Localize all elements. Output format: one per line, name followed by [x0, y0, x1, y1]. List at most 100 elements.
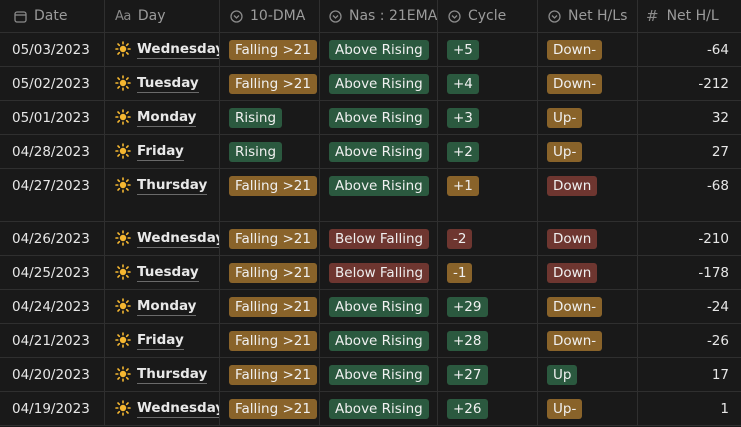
- net-hls-cell[interactable]: Up-: [538, 392, 638, 425]
- nas-cell[interactable]: Above Rising: [320, 67, 438, 100]
- net-hls-cell[interactable]: Up-: [538, 101, 638, 134]
- day-cell[interactable]: Thursday: [105, 169, 220, 221]
- net-hl-cell[interactable]: 1: [638, 392, 741, 425]
- table-row[interactable]: 04/19/2023 Wednesday Falling >21 Above Risi…: [0, 392, 741, 426]
- cycle-cell[interactable]: +2: [438, 135, 538, 168]
- dma-cell[interactable]: Falling >21: [220, 392, 320, 425]
- date-cell[interactable]: 04/28/2023: [0, 135, 105, 168]
- net-hls-cell[interactable]: Down: [538, 169, 638, 221]
- date-cell[interactable]: 04/20/2023: [0, 358, 105, 391]
- date-cell[interactable]: 04/19/2023: [0, 392, 105, 425]
- day-cell[interactable]: Monday: [105, 101, 220, 134]
- dma-cell[interactable]: Falling >21: [220, 169, 320, 221]
- day-title-link[interactable]: Tuesday: [137, 74, 199, 93]
- nas-cell[interactable]: Above Rising: [320, 358, 438, 391]
- net-hl-cell[interactable]: -24: [638, 290, 741, 323]
- date-cell[interactable]: 05/03/2023: [0, 33, 105, 66]
- day-cell[interactable]: Friday: [105, 324, 220, 357]
- nas-cell[interactable]: Above Rising: [320, 101, 438, 134]
- date-cell[interactable]: 04/21/2023: [0, 324, 105, 357]
- date-cell[interactable]: 04/26/2023: [0, 222, 105, 255]
- net-hls-cell[interactable]: Up-: [538, 135, 638, 168]
- dma-cell[interactable]: Falling >21: [220, 222, 320, 255]
- date-cell[interactable]: 05/02/2023: [0, 67, 105, 100]
- dma-cell[interactable]: Falling >21: [220, 290, 320, 323]
- net-hl-cell[interactable]: 32: [638, 101, 741, 134]
- date-cell[interactable]: 04/25/2023: [0, 256, 105, 289]
- dma-cell[interactable]: Falling >21: [220, 256, 320, 289]
- day-title-link[interactable]: Thursday: [137, 176, 208, 195]
- net-hl-cell[interactable]: -68: [638, 169, 741, 221]
- day-cell[interactable]: Wednesday: [105, 33, 220, 66]
- table-row[interactable]: 04/25/2023 Tuesday Falling >21 Below Fallin…: [0, 256, 741, 290]
- day-title-link[interactable]: Wednesday: [137, 229, 219, 248]
- dma-cell[interactable]: Falling >21: [220, 33, 320, 66]
- day-title-link[interactable]: Tuesday: [137, 263, 199, 282]
- table-row[interactable]: 04/26/2023 Wednesday Falling >21 Below Fall…: [0, 222, 741, 256]
- column-header-day[interactable]: Aa Day: [105, 0, 220, 32]
- dma-cell[interactable]: Rising: [220, 101, 320, 134]
- net-hl-cell[interactable]: -210: [638, 222, 741, 255]
- cycle-cell[interactable]: +4: [438, 67, 538, 100]
- table-row[interactable]: 05/01/2023 Monday Rising Above Rising +3 Up- 3…: [0, 101, 741, 135]
- cycle-cell[interactable]: +1: [438, 169, 538, 221]
- date-cell[interactable]: 05/01/2023: [0, 101, 105, 134]
- net-hls-cell[interactable]: Down-: [538, 324, 638, 357]
- table-row[interactable]: 04/28/2023 Friday Rising Above Rising +2 Up- 2…: [0, 135, 741, 169]
- table-row[interactable]: 04/24/2023 Monday Falling >21 Above Rising +…: [0, 290, 741, 324]
- table-row[interactable]: 05/02/2023 Tuesday Falling >21 Above Rising…: [0, 67, 741, 101]
- nas-cell[interactable]: Above Rising: [320, 392, 438, 425]
- net-hl-cell[interactable]: -26: [638, 324, 741, 357]
- date-cell[interactable]: 04/24/2023: [0, 290, 105, 323]
- column-header-cycle[interactable]: Cycle: [438, 0, 538, 32]
- nas-cell[interactable]: Above Rising: [320, 33, 438, 66]
- cycle-cell[interactable]: +28: [438, 324, 538, 357]
- net-hl-cell[interactable]: -64: [638, 33, 741, 66]
- column-header-nas-21ema[interactable]: Nas : 21EMA: [320, 0, 438, 32]
- day-cell[interactable]: Tuesday: [105, 256, 220, 289]
- nas-cell[interactable]: Above Rising: [320, 135, 438, 168]
- table-row[interactable]: 04/27/2023 Thursday Falling >21 Above Risin…: [0, 169, 741, 222]
- day-cell[interactable]: Wednesday: [105, 392, 220, 425]
- dma-cell[interactable]: Falling >21: [220, 67, 320, 100]
- column-header-net-hls[interactable]: Net H/Ls: [538, 0, 638, 32]
- column-header-net-hl[interactable]: # Net H/L: [638, 0, 741, 32]
- day-cell[interactable]: Monday: [105, 290, 220, 323]
- day-title-link[interactable]: Wednesday: [137, 399, 219, 418]
- cycle-cell[interactable]: -2: [438, 222, 538, 255]
- nas-cell[interactable]: Below Falling: [320, 222, 438, 255]
- cycle-cell[interactable]: +29: [438, 290, 538, 323]
- net-hls-cell[interactable]: Down: [538, 256, 638, 289]
- table-row[interactable]: 05/03/2023 Wednesday Falling >21 Above Risi…: [0, 33, 741, 67]
- day-cell[interactable]: Tuesday: [105, 67, 220, 100]
- cycle-cell[interactable]: -1: [438, 256, 538, 289]
- net-hl-cell[interactable]: 17: [638, 358, 741, 391]
- column-header-date[interactable]: Date: [0, 0, 105, 32]
- dma-cell[interactable]: Falling >21: [220, 324, 320, 357]
- day-title-link[interactable]: Friday: [137, 142, 184, 161]
- net-hls-cell[interactable]: Down-: [538, 33, 638, 66]
- net-hl-cell[interactable]: -212: [638, 67, 741, 100]
- day-cell[interactable]: Wednesday: [105, 222, 220, 255]
- cycle-cell[interactable]: +5: [438, 33, 538, 66]
- net-hl-cell[interactable]: -178: [638, 256, 741, 289]
- net-hl-cell[interactable]: 27: [638, 135, 741, 168]
- nas-cell[interactable]: Below Falling: [320, 256, 438, 289]
- day-title-link[interactable]: Friday: [137, 331, 184, 350]
- day-cell[interactable]: Friday: [105, 135, 220, 168]
- nas-cell[interactable]: Above Rising: [320, 169, 438, 221]
- day-title-link[interactable]: Monday: [137, 297, 197, 316]
- net-hls-cell[interactable]: Down-: [538, 290, 638, 323]
- net-hls-cell[interactable]: Down: [538, 222, 638, 255]
- cycle-cell[interactable]: +26: [438, 392, 538, 425]
- day-title-link[interactable]: Wednesday: [137, 40, 219, 59]
- nas-cell[interactable]: Above Rising: [320, 324, 438, 357]
- cycle-cell[interactable]: +27: [438, 358, 538, 391]
- day-cell[interactable]: Thursday: [105, 358, 220, 391]
- table-row[interactable]: 04/20/2023 Thursday Falling >21 Above Risin…: [0, 358, 741, 392]
- cycle-cell[interactable]: +3: [438, 101, 538, 134]
- nas-cell[interactable]: Above Rising: [320, 290, 438, 323]
- date-cell[interactable]: 04/27/2023: [0, 169, 105, 221]
- net-hls-cell[interactable]: Down-: [538, 67, 638, 100]
- column-header-10dma[interactable]: 10-DMA: [220, 0, 320, 32]
